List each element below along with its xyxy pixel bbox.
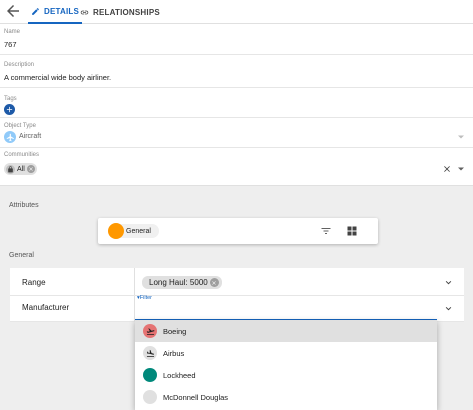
community-chip-label: All	[17, 165, 25, 173]
chevron-down-icon[interactable]	[443, 303, 454, 314]
attribute-name: Manufacturer	[22, 303, 70, 312]
tab-details[interactable]: DETAILS	[28, 0, 83, 24]
object-type-field[interactable]: Object Type Aircraft	[0, 118, 473, 148]
filter-list-icon[interactable]	[320, 225, 332, 237]
description-value[interactable]: A commercial wide body airliner.	[4, 73, 111, 82]
general-section-label: General	[9, 252, 34, 259]
tab-details-label: DETAILS	[44, 6, 80, 16]
name-field[interactable]: Name 767	[0, 24, 473, 55]
communities-dropdown-icon[interactable]	[458, 167, 464, 171]
option-lockheed[interactable]: Lockheed	[135, 364, 437, 386]
details-form: Name 767 Description A commercial wide b…	[0, 24, 473, 186]
filter-label: ▾Filter	[137, 295, 152, 301]
lockheed-color-dot	[143, 368, 157, 382]
option-mcdonnell-douglas[interactable]: McDonnell Douglas	[135, 386, 437, 408]
option-label: Lockheed	[163, 370, 196, 380]
group-chip-label: General	[126, 227, 151, 235]
airplane-landing-icon	[143, 346, 157, 360]
clear-icon[interactable]	[442, 164, 452, 174]
attribute-group-selector: General	[98, 218, 378, 244]
pencil-icon	[32, 7, 39, 15]
row-divider	[134, 268, 135, 295]
attribute-name: Range	[22, 278, 46, 287]
description-field[interactable]: Description A commercial wide body airli…	[0, 55, 473, 88]
object-type-label: Object Type	[4, 123, 36, 129]
attribute-row-manufacturer: Manufacturer ▾Filter	[10, 295, 464, 322]
link-icon	[80, 10, 89, 14]
back-arrow-icon[interactable]	[4, 2, 22, 20]
name-value[interactable]: 767	[4, 40, 17, 49]
mcdonnell-douglas-color-dot	[143, 390, 157, 404]
manufacturer-dropdown: Boeing Airbus Lockheed McDonnell Douglas	[135, 320, 437, 410]
tags-label: Tags	[4, 96, 17, 102]
range-value: Long Haul: 5000	[149, 278, 208, 287]
tab-relationships[interactable]: RELATIONSHIPS	[80, 0, 160, 24]
group-color-dot	[108, 223, 124, 239]
add-tag-button[interactable]	[4, 104, 15, 115]
communities-label: Communities	[4, 152, 40, 158]
description-label: Description	[4, 62, 35, 68]
option-airbus[interactable]: Airbus	[135, 342, 437, 364]
option-label: Airbus	[163, 348, 185, 358]
option-label: Boeing	[163, 326, 187, 336]
manufacturer-filter-input[interactable]: ▾Filter	[135, 295, 437, 320]
lock-icon	[6, 164, 15, 174]
tab-relationships-label: RELATIONSHIPS	[93, 7, 160, 17]
option-boeing[interactable]: Boeing	[135, 320, 437, 342]
object-type-value: Aircraft	[19, 133, 42, 140]
grid-view-icon[interactable]	[346, 225, 358, 237]
chip-remove-icon[interactable]	[209, 278, 219, 287]
airplane-icon	[4, 131, 16, 143]
object-type-dropdown-icon[interactable]	[458, 135, 464, 139]
communities-field[interactable]: Communities All	[0, 148, 473, 186]
range-value-chip[interactable]: Long Haul: 5000	[142, 276, 222, 289]
community-chip-all[interactable]: All	[4, 163, 37, 175]
plus-icon	[6, 106, 13, 113]
name-label: Name	[4, 29, 21, 35]
airplane-takeoff-icon	[143, 324, 157, 338]
option-label: McDonnell Douglas	[163, 392, 229, 402]
attribute-row-range: Range Long Haul: 5000	[10, 268, 464, 296]
filter-label-text: Filter	[139, 295, 152, 301]
attributes-section-label: Attributes	[9, 202, 39, 209]
top-bar: DETAILS RELATIONSHIPS	[0, 0, 473, 24]
chevron-down-icon[interactable]	[443, 277, 454, 288]
tags-field: Tags	[0, 88, 473, 118]
chip-remove-icon[interactable]	[26, 165, 35, 173]
